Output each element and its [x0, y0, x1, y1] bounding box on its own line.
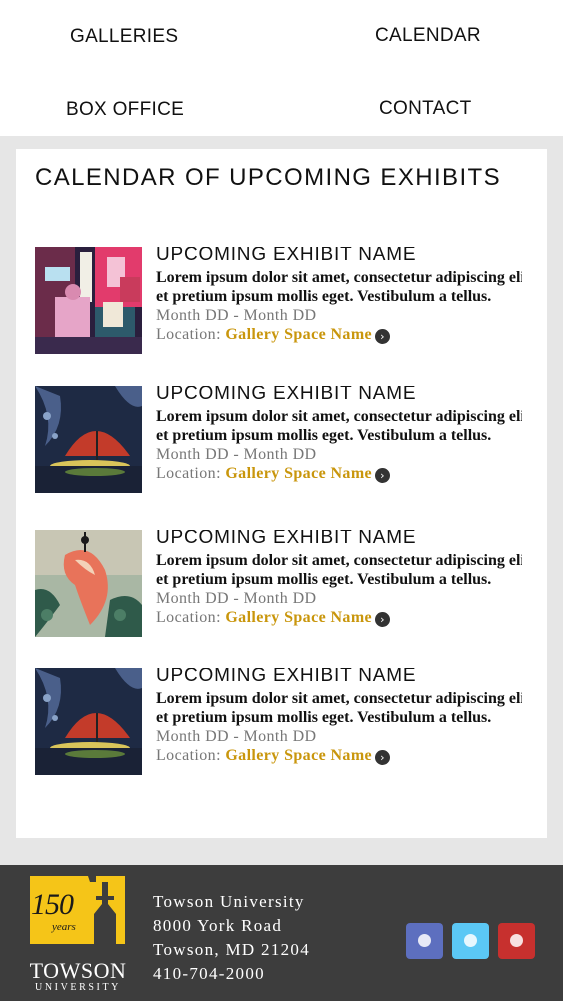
- exhibit-description-line: Lorem ipsum dolor sit amet, consectetur …: [156, 269, 522, 286]
- gallery-link[interactable]: Gallery Space Name: [225, 465, 372, 482]
- instagram-icon[interactable]: [498, 923, 535, 959]
- exhibit-item: UPCOMING EXHIBIT NAME Lorem ipsum dolor …: [35, 668, 525, 778]
- exhibit-image[interactable]: [35, 530, 142, 637]
- exhibit-description-line: Lorem ipsum dolor sit amet, consectetur …: [156, 690, 522, 707]
- footer: 150 years TOWSON UNIVERSITY Towson Unive…: [0, 865, 563, 1001]
- exhibit-item: UPCOMING EXHIBIT NAME Lorem ipsum dolor …: [35, 530, 525, 640]
- address-line: 8000 York Road: [153, 916, 283, 935]
- exhibit-location: Location: Gallery Space Name ›: [156, 746, 522, 765]
- twitter-icon[interactable]: [452, 923, 489, 959]
- exhibit-name[interactable]: UPCOMING EXHIBIT NAME: [156, 530, 522, 549]
- exhibit-dates: Month DD - Month DD: [156, 446, 317, 463]
- exhibit-description-line: et pretium ipsum mollis eget. Vestibulum…: [156, 288, 492, 305]
- exhibit-location: Location: Gallery Space Name ›: [156, 464, 522, 483]
- exhibit-text: UPCOMING EXHIBIT NAME Lorem ipsum dolor …: [156, 668, 522, 765]
- exhibit-name[interactable]: UPCOMING EXHIBIT NAME: [156, 247, 522, 266]
- exhibit-name[interactable]: UPCOMING EXHIBIT NAME: [156, 668, 522, 687]
- towson-logo[interactable]: 150 years TOWSON UNIVERSITY: [28, 874, 128, 994]
- nav-galleries[interactable]: GALLERIES: [70, 26, 178, 48]
- exhibit-text: UPCOMING EXHIBIT NAME Lorem ipsum dolor …: [156, 530, 522, 627]
- nav-calendar[interactable]: CALENDAR: [375, 25, 481, 47]
- exhibit-description-line: et pretium ipsum mollis eget. Vestibulum…: [156, 427, 492, 444]
- location-label: Location:: [156, 609, 221, 626]
- exhibit-location: Location: Gallery Space Name ›: [156, 608, 522, 627]
- exhibit-location: Location: Gallery Space Name ›: [156, 325, 522, 344]
- logo-years: years: [52, 921, 76, 933]
- exhibit-image[interactable]: [35, 668, 142, 775]
- gallery-link[interactable]: Gallery Space Name: [225, 747, 372, 764]
- address-line: Towson, MD 21204: [153, 940, 311, 959]
- calendar-panel: CALENDAR OF UPCOMING EXHIBITS UPCOMING E…: [16, 149, 547, 838]
- gallery-link[interactable]: Gallery Space Name: [225, 609, 372, 626]
- nav-contact[interactable]: CONTACT: [379, 98, 472, 120]
- logo-number: 150: [31, 888, 74, 921]
- arrow-right-circle-icon[interactable]: ›: [375, 612, 391, 627]
- exhibit-description-line: Lorem ipsum dolor sit amet, consectetur …: [156, 408, 522, 425]
- location-label: Location:: [156, 747, 221, 764]
- arrow-right-circle-icon[interactable]: ›: [375, 750, 391, 765]
- exhibit-description-line: et pretium ipsum mollis eget. Vestibulum…: [156, 709, 492, 726]
- arrow-right-circle-icon[interactable]: ›: [375, 468, 391, 483]
- logo-subtitle: UNIVERSITY: [35, 982, 121, 993]
- exhibit-item: UPCOMING EXHIBIT NAME Lorem ipsum dolor …: [35, 386, 525, 496]
- logo-wordmark: TOWSON: [29, 958, 127, 983]
- exhibit-description-line: Lorem ipsum dolor sit amet, consectetur …: [156, 552, 522, 569]
- exhibit-image[interactable]: [35, 386, 142, 493]
- exhibit-text: UPCOMING EXHIBIT NAME Lorem ipsum dolor …: [156, 247, 522, 344]
- exhibit-description-line: et pretium ipsum mollis eget. Vestibulum…: [156, 571, 492, 588]
- phone-number[interactable]: 410-704-2000: [153, 962, 310, 986]
- nav-box-office[interactable]: BOX OFFICE: [66, 99, 184, 121]
- location-label: Location:: [156, 465, 221, 482]
- address-line: Towson University: [153, 892, 305, 911]
- exhibit-dates: Month DD - Month DD: [156, 307, 317, 324]
- location-label: Location:: [156, 326, 221, 343]
- address-block: Towson University 8000 York Road Towson,…: [153, 890, 310, 986]
- gallery-link[interactable]: Gallery Space Name: [225, 326, 372, 343]
- page-title: CALENDAR OF UPCOMING EXHIBITS: [35, 164, 501, 191]
- exhibit-dates: Month DD - Month DD: [156, 728, 317, 745]
- facebook-icon[interactable]: [406, 923, 443, 959]
- exhibit-name[interactable]: UPCOMING EXHIBIT NAME: [156, 386, 522, 405]
- exhibit-image[interactable]: [35, 247, 142, 354]
- exhibit-dates: Month DD - Month DD: [156, 590, 317, 607]
- exhibit-text: UPCOMING EXHIBIT NAME Lorem ipsum dolor …: [156, 386, 522, 483]
- arrow-right-circle-icon[interactable]: ›: [375, 329, 391, 344]
- exhibit-item: UPCOMING EXHIBIT NAME Lorem ipsum dolor …: [35, 247, 525, 357]
- top-navigation: GALLERIES CALENDAR BOX OFFICE CONTACT: [0, 0, 563, 136]
